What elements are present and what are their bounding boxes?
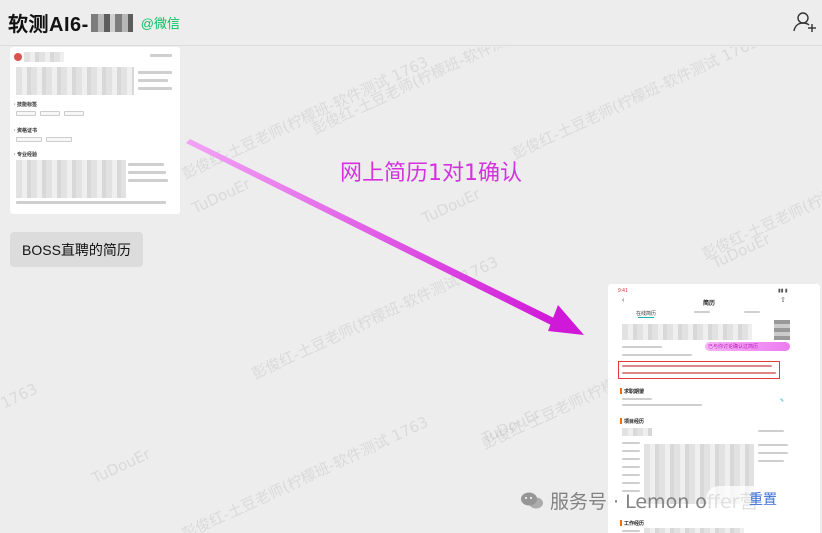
watermark-sub: TuDouEr bbox=[89, 444, 154, 488]
watermark: 彭俊红-土豆老师(柠檬班-软件测试 1763 bbox=[699, 133, 822, 264]
phone-title: 简历 bbox=[703, 301, 716, 307]
avatar bbox=[774, 320, 790, 340]
blurred-text bbox=[24, 52, 64, 62]
highlight-box bbox=[618, 361, 780, 379]
watermark-sub: TuDouEr bbox=[419, 184, 484, 228]
blurred-text bbox=[16, 67, 134, 95]
watermark-sub: TuDouEr bbox=[479, 404, 544, 448]
section-heading: · 专业经验 bbox=[14, 152, 38, 158]
blurred-text bbox=[622, 324, 752, 340]
chat-title: 软测AI6- bbox=[8, 14, 89, 36]
blurred-name bbox=[90, 13, 133, 32]
watermark: 1763 bbox=[0, 379, 41, 413]
chat-bubble[interactable]: BOSS直聘的简历 bbox=[10, 232, 143, 267]
wechat-icon bbox=[521, 492, 543, 508]
watermark-sub: TuDouEr bbox=[709, 229, 774, 273]
wechat-source-tag: @微信 bbox=[140, 16, 180, 31]
resume-image-message[interactable]: · 技能标签 · 资格证书 · 专业经验 bbox=[10, 47, 180, 214]
share-icon: ⇧ bbox=[780, 297, 786, 304]
section-heading: · 资格证书 bbox=[14, 128, 38, 134]
watermark: 彭俊红-土豆老师(柠檬班-软件测试 1763 bbox=[509, 47, 762, 164]
annotation-text: 网上简历1对1确认 bbox=[340, 161, 522, 186]
watermark: 彭俊红-土豆老师(柠檬班-软件测试 1763 bbox=[179, 412, 432, 533]
chat-area[interactable]: 彭俊红-土豆老师(柠檬班-软件测试 1763 彭俊红-土豆老师(柠檬班-软件测试… bbox=[0, 47, 822, 533]
back-icon: ‹ bbox=[622, 297, 625, 304]
watermark: 彭俊红-土豆老师(柠檬班-软件测试 1763 bbox=[249, 252, 502, 384]
avatar bbox=[14, 53, 22, 61]
watermark-sub: TuDouEr bbox=[189, 174, 254, 218]
chat-header: 软测AI6- @微信 bbox=[0, 0, 822, 46]
add-user-icon[interactable] bbox=[792, 9, 818, 35]
reset-button[interactable]: 重置 bbox=[706, 486, 820, 512]
blurred-text bbox=[16, 160, 126, 198]
section-heading: · 技能标签 bbox=[14, 102, 38, 108]
watermark: 彭俊红-土豆老师(柠檬班-软件测试 1763 bbox=[309, 47, 562, 139]
